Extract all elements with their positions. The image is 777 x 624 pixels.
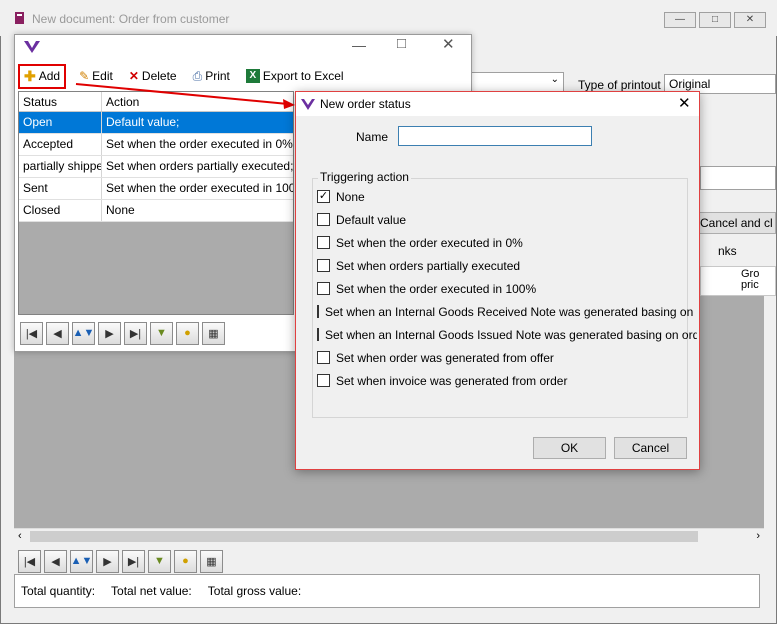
name-input[interactable]	[398, 126, 592, 146]
close-icon[interactable]: ✕	[678, 94, 691, 112]
checkbox[interactable]	[317, 351, 330, 364]
option-executed-100[interactable]: Set when the order executed in 100%	[317, 277, 697, 300]
option-invoice-from-order[interactable]: Set when invoice was generated from orde…	[317, 369, 697, 392]
option-label: Set when the order executed in 100%	[336, 281, 537, 296]
app-logo-icon	[301, 99, 315, 110]
option-label: Default value	[336, 212, 407, 227]
triggering-action-options: ✓ None Default value Set when the order …	[317, 185, 697, 392]
dialog-title: New order status	[320, 97, 411, 111]
ok-button[interactable]: OK	[533, 437, 606, 459]
checkbox[interactable]	[317, 282, 330, 295]
checkbox[interactable]	[317, 374, 330, 387]
option-label: Set when an Internal Goods Received Note…	[325, 304, 697, 319]
option-none[interactable]: ✓ None	[317, 185, 697, 208]
checkbox[interactable]	[317, 305, 319, 318]
option-partially-executed[interactable]: Set when orders partially executed	[317, 254, 697, 277]
option-label: Set when invoice was generated from orde…	[336, 373, 568, 388]
option-default-value[interactable]: Default value	[317, 208, 697, 231]
option-label: Set when an Internal Goods Issued Note w…	[325, 327, 697, 342]
checkbox[interactable]	[317, 213, 330, 226]
dialog-titlebar: New order status ✕	[296, 92, 699, 116]
option-label: Set when order was generated from offer	[336, 350, 554, 365]
option-label: Set when orders partially executed	[336, 258, 521, 273]
checkbox[interactable]	[317, 236, 330, 249]
option-label: None	[336, 189, 365, 204]
checkbox[interactable]	[317, 328, 319, 341]
checkbox[interactable]	[317, 259, 330, 272]
cancel-button[interactable]: Cancel	[614, 437, 687, 459]
triggering-action-label: Triggering action	[318, 170, 411, 184]
name-label: Name	[356, 130, 389, 144]
option-executed-0[interactable]: Set when the order executed in 0%	[317, 231, 697, 254]
option-goods-received[interactable]: Set when an Internal Goods Received Note…	[317, 300, 697, 323]
checkbox-checked[interactable]: ✓	[317, 190, 330, 203]
option-label: Set when the order executed in 0%	[336, 235, 523, 250]
option-from-offer[interactable]: Set when order was generated from offer	[317, 346, 697, 369]
option-goods-issued[interactable]: Set when an Internal Goods Issued Note w…	[317, 323, 697, 346]
